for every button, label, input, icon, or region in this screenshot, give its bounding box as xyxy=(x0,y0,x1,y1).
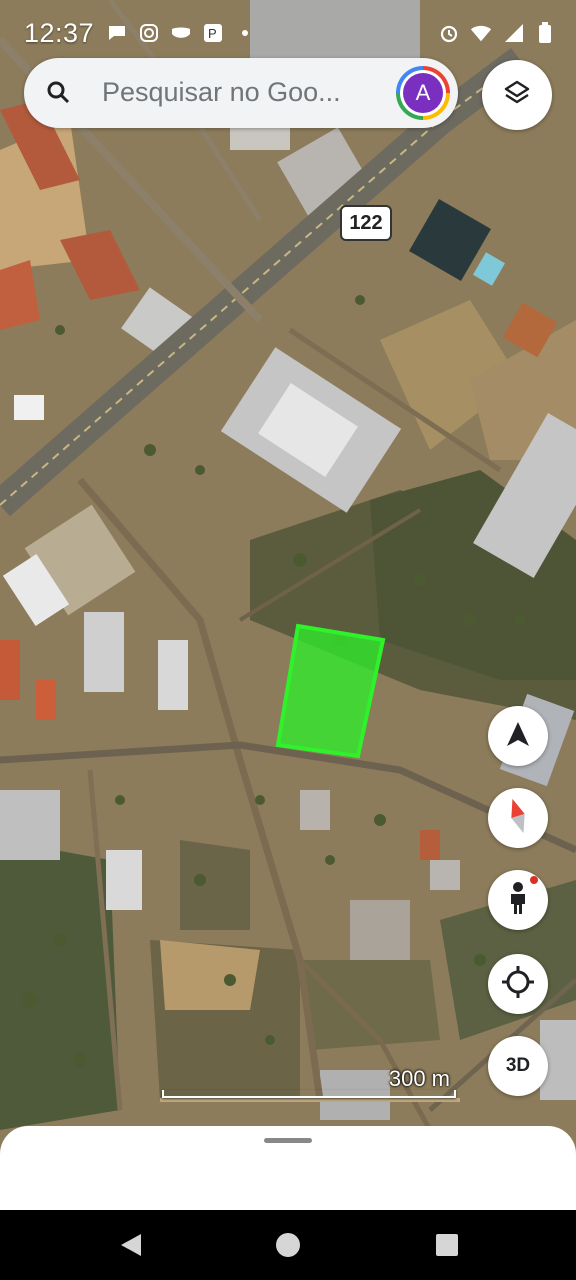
street-view-icon xyxy=(505,881,531,920)
search-bar[interactable]: Pesquisar no Goo... A xyxy=(24,58,458,128)
dot-icon xyxy=(234,22,256,44)
navigate-button[interactable] xyxy=(488,706,548,766)
satellite-map[interactable] xyxy=(0,0,576,1210)
avatar-letter: A xyxy=(403,73,443,113)
instagram-icon xyxy=(138,22,160,44)
account-avatar[interactable]: A xyxy=(396,66,450,120)
navigate-icon xyxy=(505,720,531,753)
status-time: 12:37 xyxy=(24,18,95,48)
compass-icon xyxy=(503,796,533,841)
compass-button[interactable] xyxy=(488,788,548,848)
scale-line xyxy=(162,1090,456,1098)
scale-label: 300 m xyxy=(388,1066,450,1091)
wifi-icon xyxy=(470,22,492,44)
avatar-ring: A xyxy=(400,70,446,116)
search-icon[interactable] xyxy=(46,80,72,106)
search-input[interactable]: Pesquisar no Goo... xyxy=(102,77,372,108)
my-location-icon xyxy=(501,965,535,1004)
map-scale: 300 m xyxy=(160,1066,458,1102)
back-icon[interactable] xyxy=(116,1230,146,1260)
mask-icon xyxy=(170,22,192,44)
home-icon[interactable] xyxy=(273,1230,303,1260)
sheet-drag-handle[interactable] xyxy=(264,1138,312,1143)
parking-icon: P xyxy=(202,22,224,44)
recents-icon[interactable] xyxy=(432,1230,462,1260)
signal-icon xyxy=(502,22,524,44)
chat-icon xyxy=(106,22,128,44)
system-nav-bar xyxy=(0,1210,576,1280)
layers-icon xyxy=(503,79,531,112)
layers-button[interactable] xyxy=(482,60,552,130)
3d-label: 3D xyxy=(505,1055,531,1076)
map-imagery xyxy=(0,0,576,1210)
route-shield[interactable]: 122 xyxy=(340,205,392,241)
svg-text:P: P xyxy=(208,26,217,41)
alarm-icon xyxy=(438,22,460,44)
status-bar: 12:37 P xyxy=(0,0,576,66)
my-location-button[interactable] xyxy=(488,954,548,1014)
3d-button[interactable]: 3D xyxy=(488,1036,548,1096)
street-view-button[interactable] xyxy=(488,870,548,930)
notification-icons: P xyxy=(106,22,256,44)
system-icons xyxy=(438,22,556,44)
bottom-sheet[interactable] xyxy=(0,1126,576,1210)
notification-dot-icon xyxy=(530,876,538,884)
battery-icon xyxy=(534,22,556,44)
